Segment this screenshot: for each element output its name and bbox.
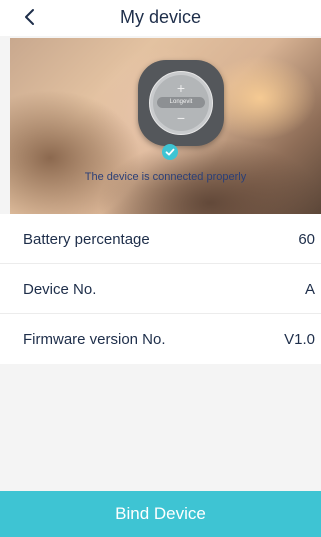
header-bar: My device (0, 0, 321, 36)
bind-device-button[interactable]: Bind Device (0, 491, 321, 537)
device-plus-mark: + (176, 80, 186, 96)
info-value: A (304, 281, 315, 298)
info-row-firmware: Firmware version No. V1.0 (0, 314, 321, 364)
info-row-device-no: Device No. A (0, 264, 321, 314)
info-value: 60 (298, 231, 315, 248)
device-image: + Longevit − (138, 60, 224, 146)
device-face: + Longevit − (153, 75, 209, 131)
device-minus-mark: − (176, 110, 186, 126)
device-logo: Longevit (157, 97, 205, 108)
info-label: Battery percentage (23, 231, 150, 248)
connection-status: The device is connected properly (84, 171, 247, 183)
info-label: Device No. (23, 281, 97, 298)
page-title: My device (119, 7, 202, 27)
device-info-list: Battery percentage 60 Device No. A Firmw… (0, 214, 321, 364)
info-row-battery: Battery percentage 60 (0, 214, 321, 264)
info-value: V1.0 (284, 331, 315, 348)
device-ring: + Longevit − (149, 71, 213, 135)
check-circle-icon (162, 144, 178, 160)
device-hero: + Longevit − The device is connected pro… (10, 38, 321, 214)
info-label: Firmware version No. (23, 331, 166, 348)
